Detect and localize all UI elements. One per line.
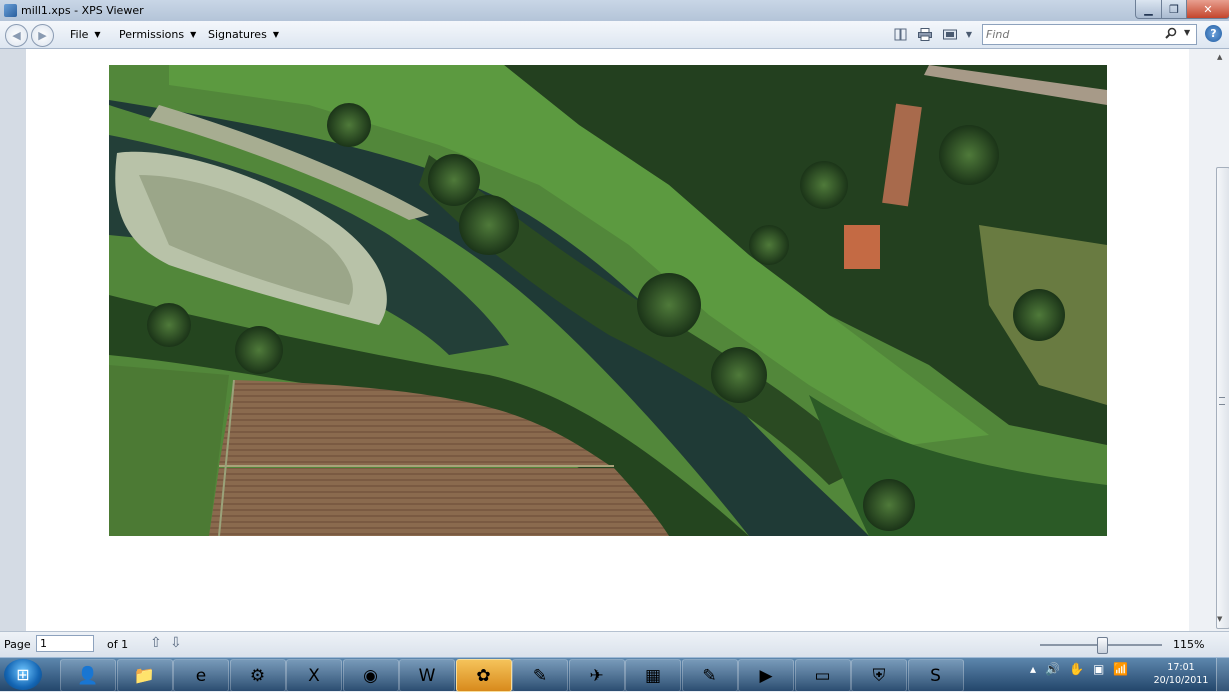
back-button[interactable]: ◀	[5, 24, 28, 47]
taskbar-app-paint[interactable]: ✎	[681, 659, 738, 692]
page-count-label: of 1	[107, 638, 129, 651]
scroll-up-icon[interactable]: ▲	[1217, 53, 1222, 61]
image-attribution: Imagery ©2011 DigitalGlobe, GeoEye, IGN-…	[685, 571, 1028, 582]
chevron-down-icon: ▼	[190, 30, 197, 39]
clock-time: 17:01	[1167, 662, 1195, 673]
chevron-down-icon[interactable]: ▼	[962, 27, 976, 41]
firefox-like-icon: ✎	[532, 665, 548, 686]
taskbar-app-media[interactable]: ▶	[738, 659, 794, 692]
taskbar-app-explorer[interactable]: 📁	[116, 659, 173, 692]
taskbar-app-user-accounts[interactable]: 👤	[60, 659, 116, 692]
tray-icon[interactable]: ✋	[1069, 662, 1084, 676]
pages-icon[interactable]	[893, 27, 907, 41]
print-icon[interactable]	[918, 27, 932, 41]
help-button[interactable]: ?	[1205, 25, 1222, 42]
scroll-down-icon[interactable]: ▼	[1217, 615, 1222, 623]
tray-icon[interactable]: 🔊	[1045, 662, 1060, 676]
taskbar-app-calculator[interactable]: ▦	[625, 659, 681, 692]
menu-signatures-label: Signatures	[208, 28, 267, 41]
system-tray: ▴ 🔊 ✋ ▣ 📶	[1030, 662, 1128, 676]
taskbar-app-chrome[interactable]: ◉	[342, 659, 399, 692]
left-gutter	[0, 49, 26, 631]
internet-explorer-icon: e	[195, 665, 207, 686]
paint-icon: ✎	[702, 665, 717, 686]
chrome-icon: ◉	[363, 665, 378, 686]
document-viewport: Imagery ©2011 DigitalGlobe, GeoEye, IGN-…	[0, 49, 1229, 631]
windows-taskbar: ⊞ 👤 📁 e ⚙ X ◉ W ✿ ✎ ✈ ▦ ✎ ▶ ▭ ⛨ S ▴ 🔊 ✋ ▣ 📶 17:01 20/10/201…	[0, 657, 1229, 692]
taskbar-app-mail[interactable]: ✈	[568, 659, 625, 692]
find-input[interactable]	[986, 27, 1156, 41]
zoom-slider-thumb[interactable]	[1097, 637, 1108, 654]
page-number-input[interactable]	[36, 635, 94, 652]
clock[interactable]: 17:01 20/10/2011	[1150, 661, 1212, 687]
title-bar: mill1.xps - XPS Viewer ▁ ❐ ✕	[0, 0, 1229, 21]
tray-icon[interactable]: 📶	[1113, 662, 1128, 676]
taskbar-app-firefox-like[interactable]: ✎	[512, 659, 568, 692]
chevron-down-icon: ▼	[94, 30, 101, 39]
maximize-button[interactable]: ❐	[1161, 0, 1187, 19]
taskbar-app-security[interactable]: ⛨	[851, 659, 907, 692]
taskbar-app-messenger[interactable]: ✿	[455, 659, 512, 692]
mail-icon: ✈	[589, 665, 604, 686]
menu-file-label: File	[70, 28, 89, 41]
taskbar-app-skype[interactable]: S	[907, 659, 964, 692]
close-button[interactable]: ✕	[1186, 0, 1229, 19]
previous-page-icon[interactable]: ⇧	[150, 635, 162, 651]
media-icon: ▶	[759, 665, 773, 686]
security-icon: ⛨	[872, 665, 886, 686]
menu-file[interactable]: File ▼	[70, 28, 101, 41]
taskbar-app-settings[interactable]: ⚙	[229, 659, 286, 692]
satellite-image	[109, 65, 1107, 536]
clock-date: 20/10/2011	[1153, 675, 1209, 686]
menu-permissions-label: Permissions	[119, 28, 185, 41]
view-icon[interactable]	[943, 27, 957, 41]
user-accounts-icon: 👤	[77, 665, 99, 686]
messenger-icon: ✿	[476, 665, 491, 686]
calculator-icon: ▦	[644, 665, 662, 686]
explorer-icon: 📁	[133, 665, 156, 686]
minimize-button[interactable]: ▁	[1135, 0, 1162, 19]
forward-button[interactable]: ▶	[31, 24, 54, 47]
window-title: mill1.xps - XPS Viewer	[21, 4, 144, 17]
scroll-grip-icon	[1219, 397, 1225, 405]
find-box: ▼	[982, 24, 1197, 45]
search-icon[interactable]	[1165, 27, 1177, 42]
page-label: Page	[4, 638, 31, 651]
show-desktop-button[interactable]	[1216, 658, 1229, 691]
taskbar-app-internet-explorer[interactable]: e	[173, 659, 229, 692]
taskbar-app-excel[interactable]: X	[286, 659, 342, 692]
word-icon: W	[418, 665, 436, 686]
tray-icon[interactable]: ▴	[1030, 662, 1036, 676]
zoom-level: 115%	[1173, 638, 1205, 651]
xps-app-icon	[4, 4, 17, 17]
menu-signatures[interactable]: Signatures ▼	[208, 28, 279, 41]
taskbar-app-word[interactable]: W	[399, 659, 455, 692]
start-button[interactable]: ⊞	[4, 659, 42, 690]
next-page-icon[interactable]: ⇩	[170, 635, 182, 651]
excel-icon: X	[308, 665, 320, 686]
chevron-down-icon[interactable]: ▼	[1184, 28, 1190, 37]
photos-icon: ▭	[814, 665, 831, 686]
tray-icon[interactable]: ▣	[1093, 662, 1104, 676]
taskbar-app-photos[interactable]: ▭	[794, 659, 851, 692]
menu-permissions[interactable]: Permissions ▼	[119, 28, 196, 41]
skype-icon: S	[930, 665, 941, 686]
status-bar: Page of 1 ⇧ ⇩ 115%	[0, 631, 1229, 658]
settings-icon: ⚙	[249, 665, 266, 686]
chevron-down-icon: ▼	[272, 30, 279, 39]
